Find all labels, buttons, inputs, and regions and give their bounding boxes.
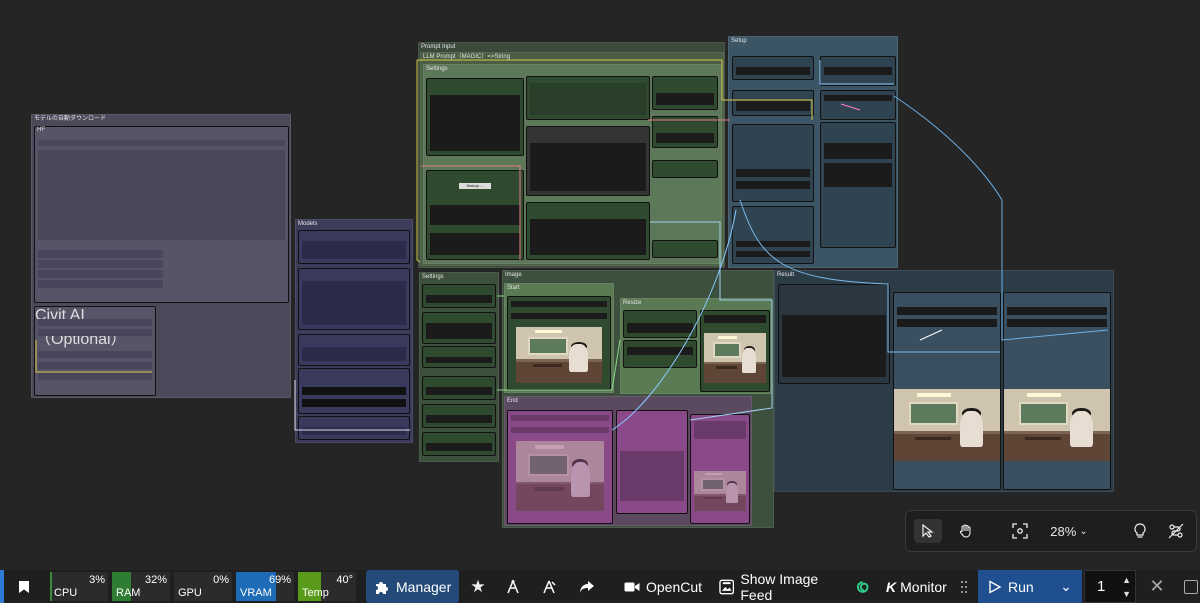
grip-icon [961, 580, 967, 593]
temp-value: 40° [336, 574, 353, 586]
link-wire [417, 59, 723, 100]
node-graph-icon [507, 579, 519, 593]
link-wire [421, 165, 521, 260]
link-wire [650, 221, 773, 421]
chevron-down-icon: ⌄ [1060, 578, 1072, 594]
opencut-label: OpenCut [646, 578, 703, 595]
workflow-canvas[interactable]: モデルの自動ダウンロード HF Civit AI（Optional） Model… [0, 0, 1200, 570]
queue-count-input[interactable]: 1 ▲ ▼ [1084, 570, 1136, 603]
cpu-value: 3% [89, 574, 105, 586]
link-wire [611, 209, 737, 431]
node-tool-button-2[interactable] [538, 570, 560, 603]
zoom-level-dropdown[interactable]: 28% ⌄ [1044, 519, 1094, 543]
link-wire [919, 329, 943, 341]
image-feed-label: Show Image Feed [740, 570, 819, 603]
manager-button[interactable]: Manager [366, 570, 459, 603]
pan-tool-icon[interactable] [952, 519, 980, 543]
bookmark-icon [19, 580, 29, 593]
spiral-icon [856, 580, 869, 593]
run-options-dropdown[interactable]: ⌄ [1050, 570, 1082, 603]
favorites-button[interactable]: ★ [468, 570, 488, 603]
gpu-value: 0% [213, 574, 229, 586]
chevron-down-icon: ⌄ [1079, 525, 1088, 537]
link-wire [497, 339, 621, 391]
link-wire [294, 380, 410, 431]
vram-meter: VRAM 69% [236, 572, 294, 601]
node-graph-alt-icon [543, 580, 556, 593]
lightbulb-icon[interactable] [1126, 519, 1154, 543]
k-monitor-button[interactable]: K Monitor [886, 570, 948, 603]
drag-handle[interactable] [958, 570, 970, 603]
gpu-label: GPU [178, 587, 202, 599]
puzzle-icon [376, 581, 388, 594]
fit-view-icon[interactable] [1006, 519, 1034, 543]
cpu-label: CPU [54, 587, 78, 599]
zoom-level: 28% [1050, 523, 1077, 539]
queue-count: 1 [1097, 578, 1106, 595]
link-wire [739, 199, 1000, 353]
run-label: Run [1008, 578, 1034, 595]
ram-label: RAM [116, 587, 141, 599]
monitor-label: Monitor [900, 578, 947, 595]
bottom-toolbar: CPU 3% RAM 32% GPU 0% VRAM 69% Temp 40° … [0, 570, 1200, 603]
link-wire [840, 103, 861, 111]
share-button[interactable] [576, 570, 598, 603]
opencut-button[interactable]: OpenCut [624, 570, 704, 603]
link-off-icon[interactable] [1162, 519, 1190, 543]
vram-label: VRAM [240, 587, 272, 599]
share-icon [580, 580, 594, 593]
video-camera-icon [624, 582, 640, 591]
star-icon: ★ [470, 576, 486, 596]
show-image-feed-button[interactable]: Show Image Feed [719, 570, 869, 603]
link-wire [819, 60, 894, 85]
close-icon: ✕ [1149, 576, 1165, 596]
cpu-meter-fill [50, 572, 52, 601]
run-button[interactable]: Run [978, 570, 1050, 603]
link-wire [35, 340, 152, 373]
select-tool-icon[interactable] [914, 519, 942, 543]
link-wire [893, 95, 1109, 341]
cpu-meter: CPU 3% [50, 572, 108, 601]
stepper-icon[interactable]: ▲ ▼ [1122, 573, 1131, 601]
link-wire [416, 60, 421, 263]
ram-value: 32% [144, 574, 167, 586]
image-icon [719, 579, 735, 594]
window-icon [1184, 579, 1198, 594]
link-wire [722, 99, 813, 120]
temp-label: Temp [302, 587, 329, 599]
expand-button[interactable] [1184, 570, 1200, 603]
canvas-controls: 28% ⌄ [905, 510, 1197, 552]
bookmark-button[interactable] [10, 570, 38, 603]
vram-value: 69% [268, 574, 291, 586]
play-icon [989, 579, 1002, 594]
temp-meter: Temp 40° [298, 572, 356, 601]
cancel-button[interactable]: ✕ [1146, 570, 1168, 603]
node-links [35, 59, 1109, 431]
node-tool-button-1[interactable] [502, 570, 524, 603]
gpu-meter: GPU 0% [174, 572, 232, 601]
k-logo-icon: K [886, 578, 897, 595]
sidebar-edge [0, 570, 4, 603]
ram-meter: RAM 32% [112, 572, 170, 601]
manager-label: Manager [396, 578, 452, 595]
